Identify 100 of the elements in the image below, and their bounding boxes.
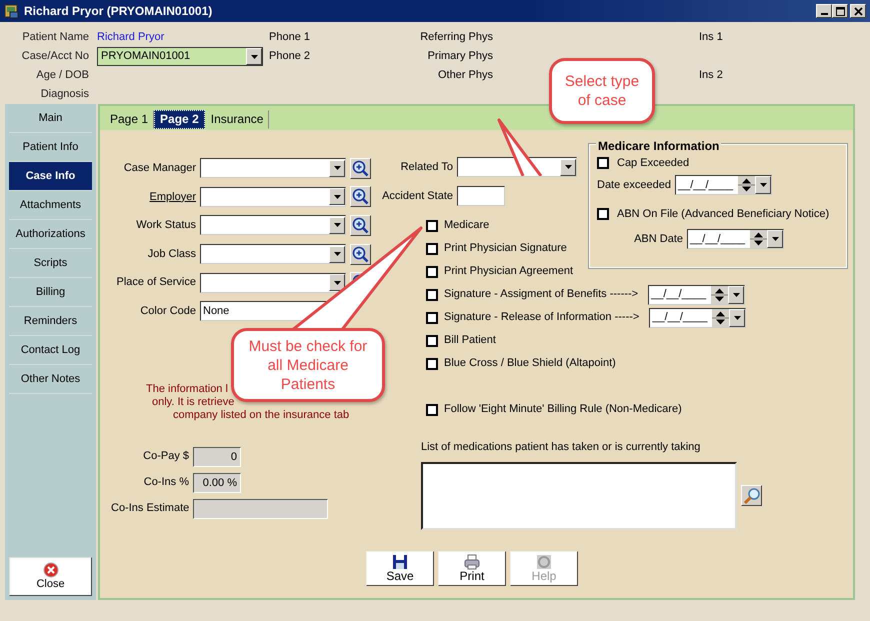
dropdown-button[interactable] — [329, 188, 345, 206]
checkbox-label: Follow 'Eight Minute' Billing Rule (Non-Medicare) — [444, 402, 682, 418]
close-button[interactable]: Close — [9, 557, 92, 596]
dropdown-button[interactable] — [728, 286, 744, 304]
checkbox[interactable] — [426, 312, 438, 324]
caret-icon — [732, 314, 742, 321]
dropdown-field[interactable] — [200, 186, 346, 207]
sidebar-item[interactable]: Case Info — [9, 162, 92, 191]
date-value: __/__/____ — [650, 287, 708, 302]
info-text-line: company listed on the insurance tab — [173, 408, 350, 422]
readonly-field: 0 — [193, 446, 241, 467]
dropdown-field[interactable] — [200, 272, 346, 293]
checkbox[interactable] — [426, 220, 438, 232]
lookup-button[interactable] — [350, 186, 371, 208]
employer-link[interactable]: Employer — [111, 188, 196, 206]
close-icon — [42, 562, 58, 578]
close-icon — [854, 6, 862, 16]
checkbox[interactable] — [426, 404, 438, 416]
dropdown-field[interactable] — [200, 158, 346, 178]
checkbox-label: Signature - Assigment of Benefits ------> — [444, 287, 638, 302]
sidebar-item[interactable]: Billing — [9, 278, 92, 307]
spinner-control — [712, 308, 730, 327]
lookup-button[interactable] — [350, 214, 371, 236]
dropdown-button[interactable] — [560, 158, 576, 176]
minimize-button[interactable] — [816, 4, 832, 18]
sidebar-item[interactable]: Reminders — [9, 307, 92, 336]
dropdown-button[interactable] — [329, 274, 345, 292]
dropdown-button[interactable] — [329, 216, 345, 234]
checkbox[interactable] — [426, 266, 438, 278]
field-label: Related To — [400, 160, 453, 176]
medications-textarea[interactable] — [421, 462, 737, 530]
checkbox-label: Medicare — [444, 218, 490, 234]
dropdown-field[interactable] — [200, 215, 346, 236]
sidebar-item[interactable]: Attachments — [9, 191, 92, 220]
print-button[interactable]: Print — [438, 551, 506, 586]
dropdown-field[interactable] — [200, 244, 346, 264]
maximize-icon — [836, 6, 844, 16]
checkbox[interactable] — [426, 288, 438, 301]
caret-icon — [332, 194, 342, 200]
date-field[interactable]: __/__/____ — [648, 284, 746, 305]
field-label: Phone 2 — [269, 49, 310, 64]
dropdown-button[interactable] — [329, 246, 345, 263]
caret-icon — [332, 280, 342, 286]
caret-icon — [758, 182, 768, 188]
field-label: Patient Name — [21, 30, 89, 45]
date-field[interactable]: __/__/____ — [687, 229, 784, 249]
checkbox[interactable] — [597, 208, 609, 220]
state-field[interactable] — [457, 186, 505, 206]
field-label: ABN Date — [633, 232, 683, 247]
date-field[interactable]: __/__/____ — [675, 175, 772, 195]
checkbox[interactable] — [426, 334, 438, 347]
maximize-button[interactable] — [832, 4, 848, 18]
app-icon — [4, 3, 20, 19]
sidebar-item[interactable]: Authorizations — [9, 220, 92, 249]
minimize-icon — [820, 13, 828, 15]
field-label: Co-Pay $ — [142, 449, 189, 464]
checkbox-label: Cap Exceeded — [617, 156, 690, 171]
spinner-control — [738, 176, 755, 194]
field-label: Color Code — [139, 304, 196, 320]
dropdown-button[interactable] — [329, 160, 345, 177]
caret-icon — [250, 54, 258, 60]
caret-icon — [564, 164, 572, 170]
field-label: Referring Phys — [419, 30, 493, 45]
checkbox-label: Print Physician Agreement — [444, 264, 574, 280]
sidebar-item[interactable]: Other Notes — [9, 365, 92, 394]
checkbox[interactable] — [426, 242, 438, 255]
dropdown-button[interactable] — [755, 176, 771, 194]
field-label: Work Status — [135, 218, 196, 234]
callout-pointer — [497, 118, 542, 176]
close-button[interactable] — [850, 4, 866, 18]
date-value: __/__/____ — [651, 310, 708, 326]
sidebar-item[interactable]: Scripts — [9, 249, 92, 278]
zoom-in-icon — [352, 160, 369, 177]
sidebar-item[interactable]: Main — [9, 104, 92, 133]
checkbox-label: Bill Patient — [444, 333, 496, 348]
caret-icon — [332, 251, 342, 258]
field-label: Ins 2 — [698, 68, 723, 83]
field-label: Co-Ins Estimate — [111, 501, 189, 516]
dropdown-button[interactable] — [246, 48, 262, 65]
dropdown-button[interactable] — [729, 308, 746, 327]
lookup-button[interactable] — [350, 158, 371, 179]
case-number-dropdown[interactable]: PRYOMAIN01001 — [97, 47, 263, 66]
field-label: Accident State — [381, 188, 453, 204]
dropdown-button[interactable] — [767, 230, 783, 248]
save-button[interactable]: Save — [366, 551, 434, 586]
sidebar-item[interactable]: Contact Log — [9, 336, 92, 365]
field-label: Job Class — [146, 246, 196, 262]
lookup-button[interactable] — [350, 244, 371, 265]
zoom-in-icon — [352, 216, 369, 234]
field-label: List of medications patient has taken or is currently taking — [421, 440, 702, 456]
patient-name-link[interactable]: Richard Pryor — [97, 28, 164, 47]
tab[interactable]: Insurance — [204, 110, 270, 129]
field-label: Case/Acct No — [20, 49, 89, 64]
search-button[interactable] — [741, 485, 762, 506]
date-value: __/__/____ — [676, 178, 734, 193]
checkbox[interactable] — [426, 358, 438, 370]
date-field[interactable]: __/__/____ — [649, 308, 746, 328]
checkbox[interactable] — [597, 157, 609, 169]
field-label: Primary Phys — [426, 49, 493, 64]
tab[interactable]: Page 2 — [154, 110, 205, 129]
